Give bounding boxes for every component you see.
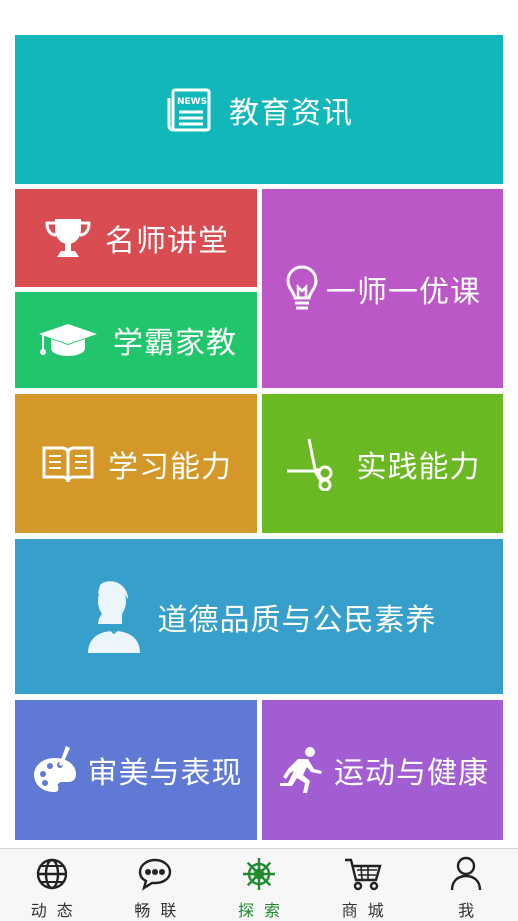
tile-famous-teacher[interactable]: 名师讲堂 bbox=[15, 189, 257, 287]
tab-label: 畅联 bbox=[134, 901, 187, 920]
tile-label: 学习能力 bbox=[108, 449, 232, 485]
shopping-cart-icon bbox=[343, 855, 383, 893]
tab-dynamic[interactable]: 动态 bbox=[0, 849, 104, 921]
tile-label: 一师一优课 bbox=[326, 274, 481, 310]
tile-label: 学霸家教 bbox=[113, 326, 237, 361]
tile-practice-ability[interactable]: 实践能力 bbox=[262, 394, 503, 533]
tile-aesthetic-expression[interactable]: 审美与表现 bbox=[15, 700, 257, 840]
tab-explore[interactable]: 探索 bbox=[207, 849, 311, 921]
tile-label: 运动与健康 bbox=[334, 756, 489, 791]
lightbulb-icon bbox=[284, 263, 320, 315]
person-icon bbox=[449, 855, 483, 893]
open-book-icon bbox=[40, 444, 96, 484]
ship-wheel-icon bbox=[241, 855, 277, 893]
tab-label: 探索 bbox=[237, 901, 290, 920]
tile-sport-health[interactable]: 运动与健康 bbox=[262, 700, 503, 840]
graduation-cap-icon bbox=[35, 320, 101, 360]
tile-label: 道德品质与公民素养 bbox=[157, 602, 437, 638]
tab-me[interactable]: 我 bbox=[414, 849, 518, 921]
bottom-tab-bar: 动态 畅联 探索 商城 我 bbox=[0, 848, 518, 921]
bust-portrait-icon bbox=[82, 579, 146, 655]
tab-label: 商城 bbox=[341, 901, 394, 920]
trophy-icon bbox=[43, 215, 93, 261]
chat-bubble-icon bbox=[137, 855, 173, 893]
svg-text:NEWS: NEWS bbox=[177, 97, 207, 107]
tile-learning-ability[interactable]: 学习能力 bbox=[15, 394, 257, 533]
paint-palette-icon bbox=[30, 744, 80, 796]
newspaper-icon: NEWS bbox=[165, 84, 217, 136]
tab-label: 动态 bbox=[30, 901, 83, 920]
tab-mall[interactable]: 商城 bbox=[311, 849, 415, 921]
tile-label: 名师讲堂 bbox=[105, 224, 229, 259]
globe-icon bbox=[35, 855, 69, 893]
tile-moral-citizenship[interactable]: 道德品质与公民素养 bbox=[15, 539, 503, 694]
tab-connect[interactable]: 畅联 bbox=[104, 849, 208, 921]
tile-label: 教育资讯 bbox=[229, 95, 353, 131]
scissors-icon bbox=[285, 437, 345, 491]
tile-label: 实践能力 bbox=[356, 449, 481, 485]
tile-education-news[interactable]: NEWS 教育资讯 bbox=[15, 35, 503, 184]
tile-label: 审美与表现 bbox=[87, 756, 243, 791]
tile-quality-course[interactable]: 一师一优课 bbox=[262, 189, 503, 388]
tile-tutor[interactable]: 学霸家教 bbox=[15, 292, 257, 388]
running-person-icon bbox=[276, 745, 324, 795]
tab-label: 我 bbox=[458, 901, 485, 920]
